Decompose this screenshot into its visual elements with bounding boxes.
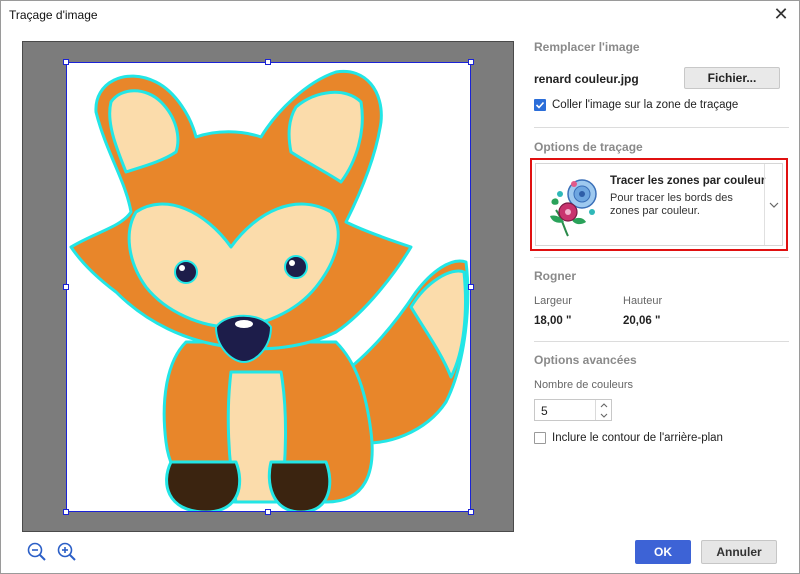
chevron-down-icon[interactable] [596,410,611,420]
image-filename: renard couleur.jpg [534,72,639,86]
paste-image-label: Coller l'image sur la zone de traçage [552,99,739,111]
separator [534,257,789,258]
crop-title: Rogner [534,269,576,283]
height-label: Hauteur [623,295,663,307]
ok-button[interactable]: OK [635,540,691,564]
background-outline-checkbox[interactable] [534,432,546,444]
trace-image-dialog: Traçage d'image ✕ Remplacer l'image rena… [0,0,800,574]
separator [534,127,789,128]
cancel-button[interactable]: Annuler [701,540,777,564]
crop-handle-mr[interactable] [468,284,474,290]
trace-mode-dropdown[interactable]: Tracer les zones par couleur Pour tracer… [535,163,783,246]
trace-mode-description: Pour tracer les bords des zones par coul… [610,192,733,217]
crop-selection[interactable] [66,62,471,512]
color-count-label: Nombre de couleurs [534,379,634,391]
zoom-in-icon[interactable] [56,541,78,563]
separator [534,341,789,342]
title-bar: Traçage d'image ✕ [1,1,799,31]
crop-handle-tc[interactable] [265,59,271,65]
crop-handle-tl[interactable] [63,59,69,65]
crop-handle-bl[interactable] [63,509,69,515]
color-count-value[interactable]: 5 [541,404,548,418]
trace-mode-highlight: Tracer les zones par couleur Pour tracer… [530,158,788,251]
paste-image-checkbox[interactable] [534,99,546,111]
height-value: 20,06 " [623,315,661,327]
width-label: Largeur [534,295,572,307]
width-value: 18,00 " [534,315,572,327]
trace-mode-title: Tracer les zones par couleur [610,175,766,187]
crop-handle-tr[interactable] [468,59,474,65]
trace-options-title: Options de traçage [534,140,643,154]
crop-handle-ml[interactable] [63,284,69,290]
paste-image-checkbox-row[interactable]: Coller l'image sur la zone de traçage [534,99,738,111]
chevron-up-icon[interactable] [596,400,611,410]
image-preview [22,41,514,532]
color-count-stepper[interactable]: 5 [534,399,612,421]
crop-handle-bc[interactable] [265,509,271,515]
advanced-options-title: Options avancées [534,353,637,367]
stepper-buttons [595,400,611,420]
crop-handle-br[interactable] [468,509,474,515]
close-icon[interactable]: ✕ [771,5,791,25]
dialog-title: Traçage d'image [9,8,98,22]
replace-image-title: Remplacer l'image [534,40,640,54]
background-outline-label: Inclure le contour de l'arrière-plan [552,432,723,444]
background-outline-checkbox-row[interactable]: Inclure le contour de l'arrière-plan [534,432,723,444]
flowers-color-icon [550,179,597,237]
chevron-down-icon[interactable] [764,164,782,245]
file-button[interactable]: Fichier... [684,67,780,89]
zoom-out-icon[interactable] [26,541,48,563]
